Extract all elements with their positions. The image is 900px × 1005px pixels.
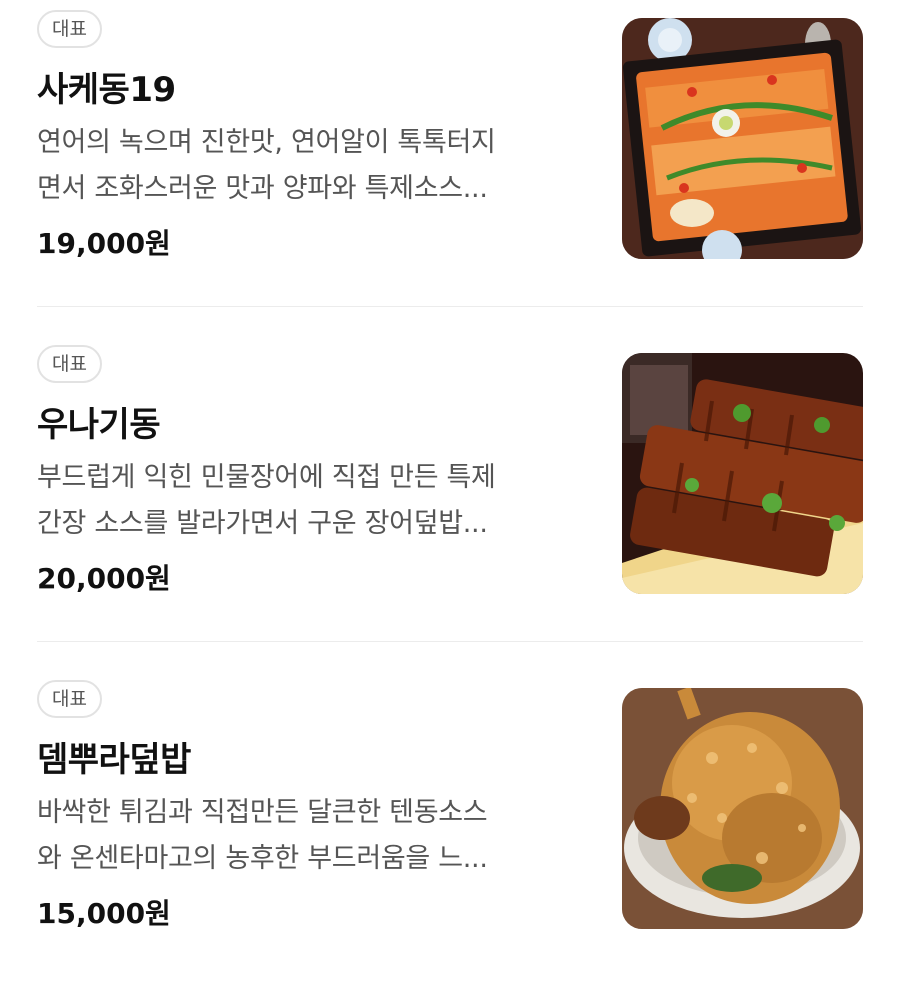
menu-item-price: 20,000원: [37, 562, 171, 595]
menu-item-description: 부드럽게 익힌 민물장어에 직접 만든 특제 간장 소스를 발라가면서 구운 장…: [37, 455, 592, 547]
description-line: 와 온센타마고의 농후한 부드러움을 느...: [37, 843, 488, 874]
signature-badge: 대표: [37, 10, 102, 48]
menu-item-sakedon[interactable]: 대표 사케동19 연어의 녹으며 진한맛, 연어알이 톡톡터지 면서 조화스러운…: [0, 0, 900, 335]
signature-badge: 대표: [37, 680, 102, 718]
menu-item-name: 사케동19: [37, 70, 176, 110]
menu-item-unagidon[interactable]: 대표 우나기동 부드럽게 익힌 민물장어에 직접 만든 특제 간장 소스를 발라…: [0, 335, 900, 670]
menu-item-name: 뎀뿌라덮밥: [37, 740, 191, 780]
divider: [37, 306, 863, 307]
menu-item-description: 연어의 녹으며 진한맛, 연어알이 톡톡터지 면서 조화스러운 맛과 양파와 특…: [37, 120, 592, 212]
menu-item-description: 바싹한 튀김과 직접만든 달큰한 텐동소스 와 온센타마고의 농후한 부드러움을…: [37, 790, 592, 882]
description-line: 바싹한 튀김과 직접만든 달큰한 텐동소스: [37, 797, 488, 828]
description-line: 부드럽게 익힌 민물장어에 직접 만든 특제: [37, 462, 496, 493]
menu-item-name: 우나기동: [37, 405, 161, 445]
tempura-rice-bowl-photo[interactable]: [622, 688, 863, 929]
menu-item-price: 15,000원: [37, 897, 171, 930]
description-line: 면서 조화스러운 맛과 양파와 특제소스...: [37, 173, 488, 204]
menu-item-tempura-deopbap[interactable]: 대표 뎀뿌라덮밥 바싹한 튀김과 직접만든 달큰한 텐동소스 와 온센타마고의 …: [0, 670, 900, 1005]
divider: [37, 641, 863, 642]
menu-list: 대표 사케동19 연어의 녹으며 진한맛, 연어알이 톡톡터지 면서 조화스러운…: [0, 0, 900, 985]
eel-rice-bowl-photo[interactable]: [622, 353, 863, 594]
menu-item-price: 19,000원: [37, 227, 171, 260]
description-line: 연어의 녹으며 진한맛, 연어알이 톡톡터지: [37, 127, 496, 158]
signature-badge: 대표: [37, 345, 102, 383]
salmon-rice-bowl-photo[interactable]: [622, 18, 863, 259]
description-line: 간장 소스를 발라가면서 구운 장어덮밥...: [37, 508, 488, 539]
